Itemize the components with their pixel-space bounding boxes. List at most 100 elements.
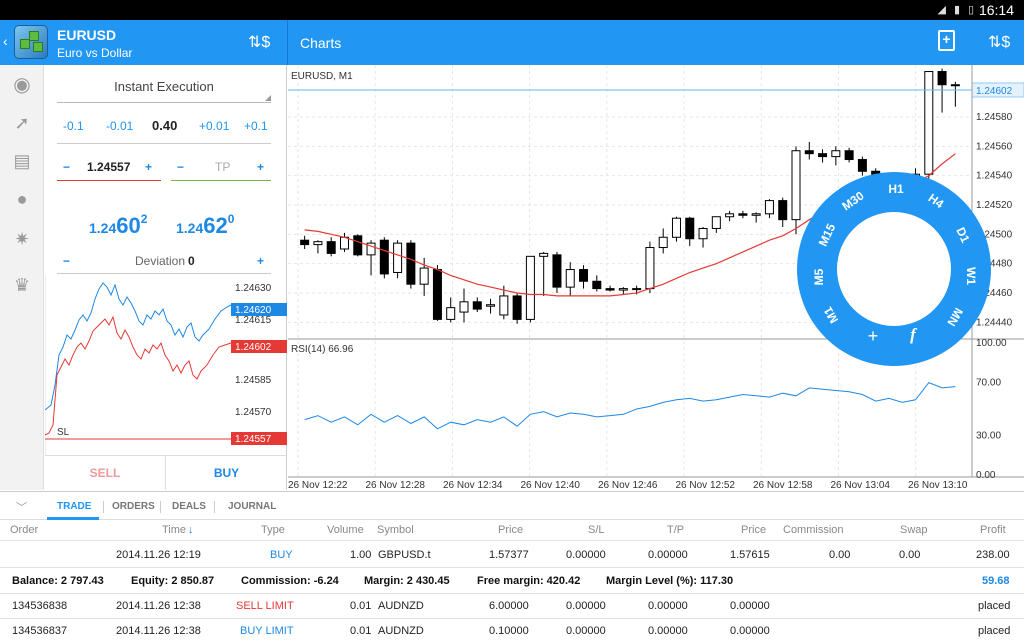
column-price[interactable]: Price — [498, 524, 523, 536]
back-chevron-icon[interactable]: ‹ — [3, 33, 8, 49]
tab-orders[interactable]: ORDERS — [112, 501, 155, 512]
chat-icon[interactable]: ● — [10, 187, 34, 211]
buy-button[interactable]: BUY — [166, 455, 287, 490]
candle-body — [406, 242, 416, 285]
sl-minus-button[interactable]: − — [63, 160, 70, 174]
cell-volume: 0.01 — [350, 600, 372, 612]
timeframe-m5[interactable]: M5 — [812, 257, 826, 297]
time-tick-label: 26 Nov 12:46 — [598, 480, 658, 490]
crosshair-icon[interactable]: + — [853, 326, 893, 347]
candle-body — [313, 241, 323, 246]
collapse-chevron-icon[interactable]: ﹀ — [16, 499, 27, 515]
column-volume[interactable]: Volume — [327, 524, 364, 536]
timeframe-m1[interactable]: M1 — [815, 294, 847, 336]
rsi-axis-labels: 100.00 70.00 30.00 0.00 — [976, 338, 1007, 481]
sl-plus-button[interactable]: + — [145, 160, 152, 174]
timeframe-m15[interactable]: M15 — [812, 214, 842, 256]
deviation-value[interactable]: 0 — [188, 254, 195, 268]
tab-trade[interactable]: TRADE — [57, 501, 91, 512]
cell-sl: 0.00000 — [566, 549, 606, 561]
cell-time: 2014.11.26 12:38 — [116, 625, 201, 637]
cell-swap: 0.00 — [899, 549, 921, 561]
candle-body — [486, 304, 496, 307]
cell-tp: 0.00000 — [648, 600, 688, 612]
cell-profit: 238.00 — [976, 549, 1010, 561]
tp-plus-button[interactable]: + — [257, 160, 264, 174]
candle-body — [499, 295, 509, 316]
timeframe-wheel[interactable]: H1 H4 D1 W1 MN M1 M5 M15 M30 + f — [797, 172, 991, 366]
total-profit: 59.68 — [982, 575, 1010, 587]
column-swap[interactable]: Swap — [900, 524, 928, 536]
sl-underline — [57, 180, 161, 181]
indicators-icon[interactable]: f — [893, 325, 933, 345]
cell-commission: 0.00 — [829, 549, 851, 561]
buy-price[interactable]: 1.24620 — [176, 212, 234, 239]
candle-body — [764, 200, 774, 215]
tick-chart-svg: SL 1.24630 1.24615 1.24585 1.24570 1.246… — [44, 275, 287, 455]
new-order-icon[interactable]: + — [938, 30, 955, 51]
tp-minus-button[interactable]: − — [177, 160, 184, 174]
price-tick-label: 1.24440 — [976, 317, 1013, 328]
cell-current-price: 0.00000 — [730, 600, 770, 612]
cell-price: 6.00000 — [489, 600, 529, 612]
app-logo[interactable] — [14, 25, 48, 59]
column-type[interactable]: Type — [261, 524, 285, 536]
tab-deals[interactable]: DEALS — [172, 501, 206, 512]
symbol-name[interactable]: EURUSD — [57, 27, 116, 43]
timeframe-mn[interactable]: MN — [939, 296, 971, 338]
volume-step-minus-001[interactable]: -0.01 — [106, 119, 133, 133]
buy-price-pips: 62 — [203, 213, 228, 238]
column-sl[interactable]: S/L — [588, 524, 605, 536]
time-tick-label: 26 Nov 12:22 — [288, 480, 348, 490]
tab-journal[interactable]: JOURNAL — [228, 501, 276, 512]
column-profit[interactable]: Profit — [980, 524, 1006, 536]
volume-value[interactable]: 0.40 — [152, 118, 177, 133]
candle-body — [924, 71, 934, 175]
column-tp[interactable]: T/P — [667, 524, 684, 536]
timeframe-h1[interactable]: H1 — [876, 182, 916, 196]
row-divider — [0, 540, 1024, 541]
action-bar: ‹ EURUSD Euro vs Dollar ⇅$ Charts + ⇅$ — [0, 20, 1024, 65]
volume-step-plus-01[interactable]: +0.1 — [244, 119, 268, 133]
timeframe-w1[interactable]: W1 — [964, 256, 978, 296]
column-order[interactable]: Order — [10, 524, 38, 536]
settings-gear-icon[interactable]: ✷ — [10, 227, 34, 251]
candle-body — [393, 242, 403, 273]
deviation-minus-button[interactable]: − — [63, 254, 70, 268]
candle-body — [791, 150, 801, 221]
logo-cube — [33, 42, 43, 52]
clock: 16:14 — [978, 2, 1014, 18]
timeframe-m30[interactable]: M30 — [833, 184, 874, 218]
execution-type-label: Instant Execution — [114, 79, 214, 94]
side-rail: ◉ ➚ ▤ ● ✷ ♛ — [0, 65, 44, 490]
mql5-icon[interactable]: ♛ — [10, 273, 34, 297]
cell-tp: 0.00000 — [648, 549, 688, 561]
sell-price[interactable]: 1.24602 — [89, 212, 147, 239]
sort-desc-icon: ↓ — [188, 524, 194, 536]
column-current-price[interactable]: Price — [741, 524, 766, 536]
news-icon[interactable]: ▤ — [10, 149, 34, 173]
volume-step-minus-01[interactable]: -0.1 — [63, 119, 84, 133]
sl-input[interactable]: 1.24557 — [87, 160, 130, 174]
deviation-plus-button[interactable]: + — [257, 254, 264, 268]
candle-body — [698, 227, 708, 240]
trade-toggle-icon[interactable]: ⇅$ — [248, 32, 270, 52]
volume-step-plus-001[interactable]: +0.01 — [199, 119, 229, 133]
trade-icon[interactable]: ⇅$ — [988, 32, 1010, 52]
sell-button[interactable]: SELL — [45, 455, 166, 490]
quotes-icon[interactable]: ◉ — [10, 73, 34, 97]
candle-body — [339, 236, 349, 250]
rsi-line — [304, 381, 956, 430]
tp-input[interactable]: TP — [215, 160, 230, 174]
cell-tp: 0.00000 — [648, 625, 688, 637]
timeframe-d1[interactable]: D1 — [948, 214, 978, 256]
column-time[interactable]: Time — [162, 524, 186, 536]
cell-volume: 0.01 — [350, 625, 372, 637]
candle-body — [804, 150, 814, 155]
column-commission[interactable]: Commission — [783, 524, 844, 536]
candle-body — [432, 269, 442, 320]
header-divider — [287, 20, 288, 65]
execution-type-select[interactable]: Instant Execution — [57, 79, 271, 103]
column-symbol[interactable]: Symbol — [377, 524, 414, 536]
chart-icon[interactable]: ➚ — [10, 111, 34, 135]
